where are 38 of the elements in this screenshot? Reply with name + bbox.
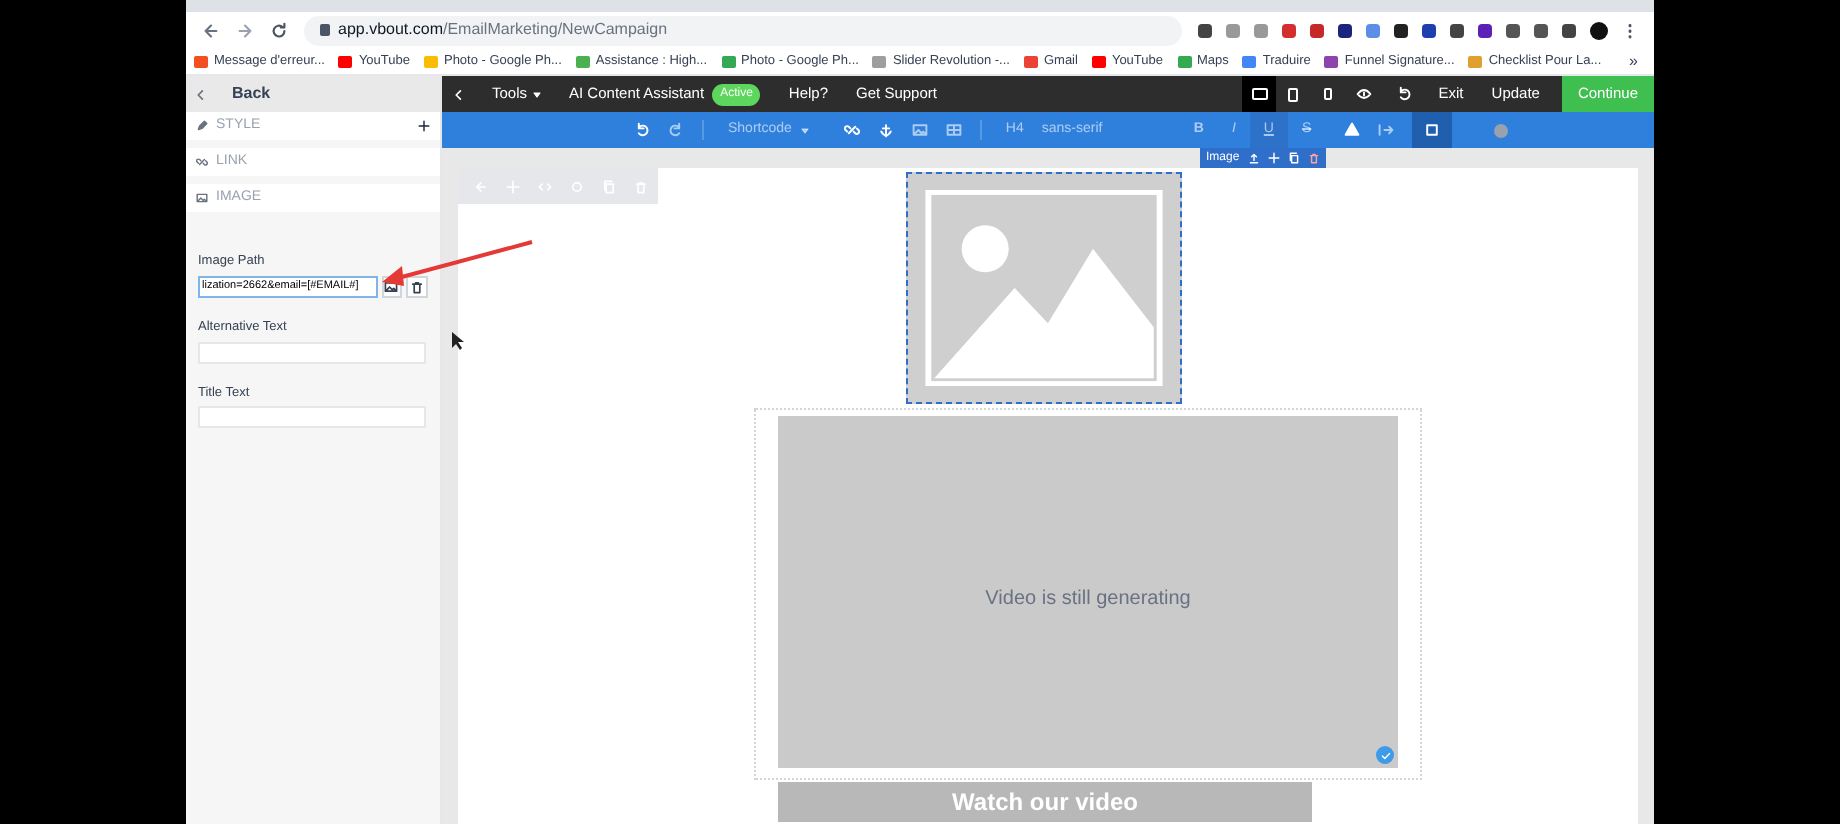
move-icon[interactable] [1267,152,1280,164]
link-icon [196,156,208,168]
fill-icon[interactable] [1343,122,1360,138]
back-link[interactable]: Back [232,82,271,106]
style-icon [196,120,208,132]
color-icon[interactable] [1493,123,1508,137]
anchor-icon[interactable] [877,122,894,138]
text-field[interactable] [198,341,426,363]
undo-icon[interactable] [1396,86,1413,102]
profile-avatar[interactable] [1590,21,1608,39]
video-status-text: Video is still generating [985,586,1191,614]
copy-icon[interactable] [1287,152,1300,164]
image-icon [196,192,208,204]
desktop-view-button[interactable] [1242,76,1277,112]
image-icon [924,190,1164,386]
trash-icon [410,279,425,294]
upload-icon[interactable] [1247,152,1260,164]
square-icon [1423,122,1440,138]
more-bookmarks-button[interactable]: » [1629,49,1646,73]
chevron-icon[interactable] [194,87,208,101]
plus-icon[interactable] [418,120,430,132]
cursor-icon [452,332,464,350]
delete-icon[interactable] [1307,152,1320,164]
preview-icon[interactable] [1356,86,1373,102]
link-icon[interactable] [843,122,860,138]
caret-icon [799,125,810,135]
reload-icon[interactable] [270,21,288,39]
back-icon[interactable] [202,21,220,39]
collapse-icon[interactable] [452,87,466,101]
border-button[interactable] [1411,112,1452,148]
address-bar[interactable]: app.vbout.com/EmailMarketing/NewCampaign [304,15,1182,45]
caret-icon [531,89,542,99]
image-icon [384,279,399,294]
forward-icon[interactable] [236,21,254,39]
lock-icon [320,24,330,36]
url-text: app.vbout.com/EmailMarketing/NewCampaign [338,18,668,42]
delete-button[interactable] [406,275,429,298]
text-field[interactable] [198,406,426,429]
